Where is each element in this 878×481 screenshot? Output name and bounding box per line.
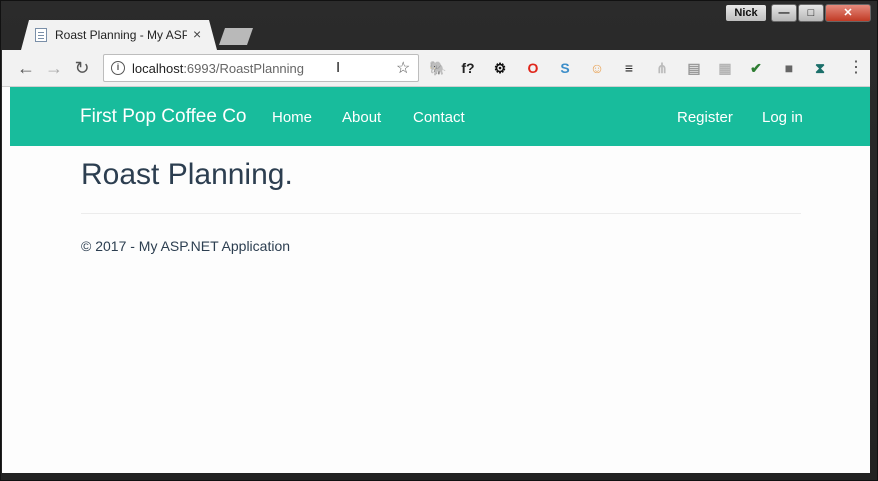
css-extension-icon[interactable]: ▤ bbox=[686, 60, 702, 76]
profile-badge[interactable]: Nick bbox=[726, 5, 766, 21]
new-tab-button[interactable] bbox=[219, 28, 253, 45]
forward-button[interactable]: → bbox=[44, 58, 64, 78]
text-cursor-icon: I bbox=[336, 59, 341, 76]
face-extension-icon[interactable]: ☺ bbox=[589, 60, 605, 76]
address-bar[interactable]: i localhost:6993/RoastPlanning I ☆ bbox=[103, 54, 419, 82]
browser-tab-active[interactable]: Roast Planning - My ASP. × bbox=[21, 20, 217, 50]
shield-check-icon[interactable]: ✔ bbox=[748, 60, 764, 76]
nav-about-link[interactable]: About bbox=[342, 109, 381, 126]
tab-title: Roast Planning - My ASP. bbox=[55, 28, 187, 42]
nav-home-link[interactable]: Home bbox=[272, 109, 312, 126]
url-path: :6993/RoastPlanning bbox=[183, 61, 305, 76]
footer-divider bbox=[81, 213, 801, 214]
settings-gear-icon[interactable]: ⚙ bbox=[492, 60, 508, 76]
page-title: Roast Planning. bbox=[81, 158, 293, 191]
bookmark-star-icon[interactable]: ☆ bbox=[396, 58, 410, 78]
maximize-button[interactable]: □ bbox=[798, 4, 824, 22]
nav-register-link[interactable]: Register bbox=[677, 109, 733, 126]
nav-contact-link[interactable]: Contact bbox=[413, 109, 465, 126]
back-button[interactable]: ← bbox=[16, 58, 36, 78]
square-extension-icon[interactable]: ■ bbox=[781, 60, 797, 76]
site-navbar: First Pop Coffee Co Home About Contact R… bbox=[10, 87, 870, 146]
tree-extension-icon[interactable]: ⋔ bbox=[654, 60, 670, 76]
whatfont-icon[interactable]: f? bbox=[460, 60, 476, 76]
s-extension-icon[interactable]: S bbox=[557, 60, 573, 76]
footer-copyright: © 2017 - My ASP.NET Application bbox=[81, 238, 291, 254]
title-bar: Roast Planning - My ASP. × Nick — □ ✕ bbox=[1, 1, 877, 50]
grid-extension-icon[interactable]: ▦ bbox=[717, 60, 733, 76]
opera-icon[interactable]: O bbox=[525, 60, 541, 76]
site-info-icon[interactable]: i bbox=[111, 61, 125, 75]
close-window-button[interactable]: ✕ bbox=[825, 4, 871, 22]
url-text[interactable]: localhost:6993/RoastPlanning bbox=[132, 61, 304, 76]
browser-menu-icon[interactable]: ⋮ bbox=[848, 58, 864, 78]
url-host: localhost bbox=[132, 61, 184, 76]
tab-close-icon[interactable]: × bbox=[193, 26, 201, 42]
nav-login-link[interactable]: Log in bbox=[762, 109, 803, 126]
page-favicon-icon bbox=[35, 28, 47, 42]
page-viewport: First Pop Coffee Co Home About Contact R… bbox=[2, 87, 870, 473]
hourglass-extension-icon[interactable]: ⧗ bbox=[812, 60, 828, 76]
evernote-icon[interactable]: 🐘 bbox=[429, 60, 446, 76]
browser-window: Roast Planning - My ASP. × Nick — □ ✕ ← … bbox=[0, 0, 878, 481]
minimize-button[interactable]: — bbox=[771, 4, 797, 22]
reload-button[interactable]: ↻ bbox=[72, 58, 92, 78]
browser-toolbar: ← → ↻ i localhost:6993/RoastPlanning I ☆… bbox=[2, 50, 870, 87]
brand-link[interactable]: First Pop Coffee Co bbox=[80, 106, 247, 128]
buffer-icon[interactable]: ≡ bbox=[621, 60, 637, 76]
